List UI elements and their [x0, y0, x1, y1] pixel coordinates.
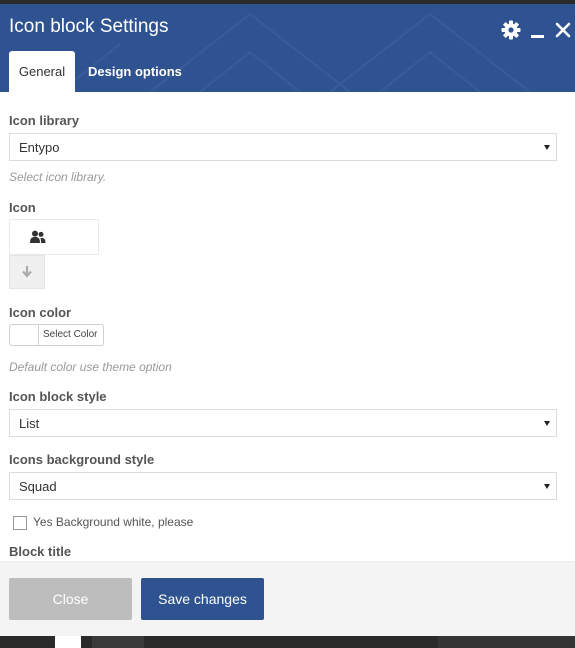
icon-library-help: Select icon library. [9, 170, 107, 184]
icon-block-style-select[interactable]: List [9, 409, 557, 437]
settings-dialog: Icon block Settings General Design optio… [0, 0, 575, 636]
icon-library-select[interactable]: Entypo [9, 133, 557, 161]
dialog-footer: Close Save changes [0, 561, 575, 636]
background-element [92, 636, 144, 648]
icon-library-value: Entypo [19, 140, 60, 155]
icon-block-style-value: List [19, 416, 40, 431]
icons-background-style-value: Squad [19, 479, 57, 494]
select-color-label: Select Color [43, 329, 98, 340]
tab-general[interactable]: General [9, 51, 75, 92]
icons-background-style-label: Icons background style [9, 452, 155, 467]
chevron-down-icon [544, 145, 550, 150]
icon-color-help: Default color use theme option [9, 360, 172, 374]
arrow-down-icon [22, 266, 32, 278]
gear-icon[interactable] [501, 20, 521, 40]
dialog-title: Icon block Settings [9, 16, 169, 37]
icon-color-label: Icon color [9, 305, 72, 320]
dialog-body[interactable]: Icon library Entypo Select icon library.… [0, 92, 575, 561]
tab-design-options[interactable]: Design options [76, 51, 194, 92]
block-title-label: Block title [9, 544, 72, 559]
icons-background-style-select[interactable]: Squad [9, 472, 557, 500]
dialog-header[interactable]: Icon block Settings General Design optio… [0, 4, 575, 92]
background-page-strip [0, 636, 575, 648]
save-changes-button[interactable]: Save changes [141, 578, 264, 620]
icon-preview[interactable] [9, 219, 99, 255]
chevron-down-icon [544, 421, 550, 426]
select-color-button[interactable]: Select Color [9, 324, 104, 346]
close-button[interactable]: Close [9, 578, 132, 620]
icon-library-label: Icon library [9, 113, 80, 128]
close-icon[interactable] [553, 20, 573, 40]
color-swatch [10, 325, 39, 345]
chevron-down-icon [544, 484, 550, 489]
background-white-checkbox[interactable] [13, 516, 27, 530]
background-element [438, 636, 575, 648]
users-icon [30, 230, 46, 243]
background-element [55, 636, 81, 648]
icon-picker-toggle[interactable] [9, 255, 45, 289]
icon-block-style-label: Icon block style [9, 389, 107, 404]
background-white-label[interactable]: Yes Background white, please [33, 515, 193, 529]
minimize-icon[interactable] [528, 20, 548, 40]
icon-label: Icon [9, 200, 36, 215]
